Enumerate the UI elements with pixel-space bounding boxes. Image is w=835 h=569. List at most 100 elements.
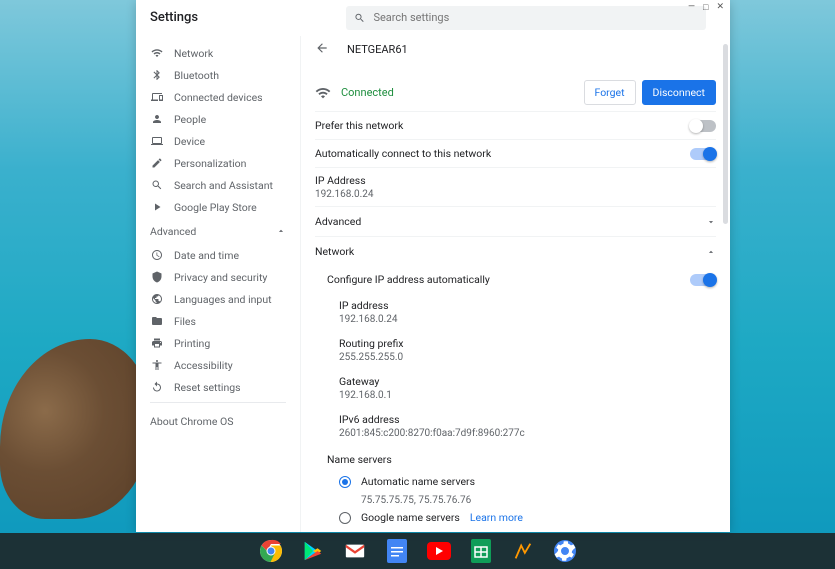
config-ip-toggle[interactable] [690, 274, 716, 286]
app-icon-1[interactable] [510, 538, 536, 564]
config-ip-row: Configure IP address automatically [327, 266, 716, 293]
sidebar-item-label: Accessibility [174, 359, 233, 372]
advanced-expander[interactable]: Advanced [315, 206, 716, 236]
settings-gear-icon[interactable] [552, 538, 578, 564]
ns-option[interactable]: Custom name servers [339, 529, 716, 532]
sidebar-item-laptop[interactable]: Device [136, 130, 300, 152]
app-header: Settings [136, 0, 730, 36]
sidebar-item-bluetooth[interactable]: Bluetooth [136, 64, 300, 86]
app-title: Settings [150, 10, 198, 25]
close-button[interactable]: ✕ [716, 2, 724, 12]
auto-connect-toggle[interactable] [690, 148, 716, 160]
sidebar-item-devices[interactable]: Connected devices [136, 86, 300, 108]
sidebar-item-reset[interactable]: Reset settings [136, 376, 300, 398]
network-expander[interactable]: Network [315, 236, 716, 266]
field-label: Gateway [339, 375, 716, 388]
search-box[interactable] [346, 6, 706, 30]
ip-address-row: IP Address 192.168.0.24 [315, 167, 716, 206]
sidebar-item-clock[interactable]: Date and time [136, 244, 300, 266]
network-field: Gateway 192.168.0.1 [339, 369, 716, 407]
sidebar-item-label: Languages and input [174, 293, 272, 306]
ns-option-sub: 75.75.75.75, 75.75.76.76 [361, 495, 716, 506]
chevron-up-icon [276, 226, 286, 236]
sidebar-item-wifi[interactable]: Network [136, 42, 300, 64]
gmail-icon[interactable] [342, 538, 368, 564]
shelf [0, 533, 835, 569]
back-button[interactable] [315, 40, 329, 59]
accessibility-icon [150, 359, 164, 371]
ip-value: 192.168.0.24 [315, 189, 716, 200]
edit-icon [150, 157, 164, 169]
sidebar-item-label: Date and time [174, 249, 239, 262]
bluetooth-icon [150, 69, 164, 81]
prefer-row: Prefer this network [315, 111, 716, 139]
learn-more-link[interactable]: Learn more [470, 511, 523, 524]
maximize-button[interactable]: □ [703, 2, 708, 12]
ns-option-label: Automatic name servers [361, 475, 475, 488]
chrome-icon[interactable] [258, 538, 284, 564]
chevron-up-icon [706, 247, 716, 257]
network-field: IPv6 address2601:845:c200:8270:f0aa:7d9f… [339, 407, 716, 445]
sidebar-item-label: Network [174, 47, 213, 60]
docs-icon[interactable] [384, 538, 410, 564]
field-value: 2601:845:c200:8270:f0aa:7d9f:8960:277c [339, 428, 716, 439]
sidebar-item-label: People [174, 113, 206, 126]
network-field: Routing prefix255.255.255.0 [339, 331, 716, 369]
sidebar-item-label: Bluetooth [174, 69, 219, 82]
sidebar-item-person[interactable]: People [136, 108, 300, 130]
forget-button[interactable]: Forget [584, 80, 636, 105]
sidebar-advanced-toggle[interactable]: Advanced [136, 218, 300, 244]
sidebar-item-shield[interactable]: Privacy and security [136, 266, 300, 288]
field-value: 192.168.0.1 [339, 390, 716, 401]
sidebar-item-label: Device [174, 135, 205, 148]
sidebar-item-label: Connected devices [174, 91, 263, 104]
sidebar-divider [150, 402, 286, 403]
sidebar-item-edit[interactable]: Personalization [136, 152, 300, 174]
ns-option[interactable]: Automatic name servers 75.75.75.75, 75.75… [339, 470, 716, 506]
folder-icon [150, 315, 164, 327]
sidebar-item-play[interactable]: Google Play Store [136, 196, 300, 218]
config-ip-label: Configure IP address automatically [327, 273, 490, 286]
auto-connect-row: Automatically connect to this network [315, 139, 716, 167]
ip-label: IP Address [315, 174, 716, 187]
sidebar-item-search[interactable]: Search and Assistant [136, 174, 300, 196]
ns-option[interactable]: Google name servers Learn more [339, 506, 716, 529]
youtube-icon[interactable] [426, 538, 452, 564]
radio-icon [339, 476, 351, 488]
field-value: 192.168.0.24 [339, 314, 716, 325]
sheets-icon[interactable] [468, 538, 494, 564]
sidebar-advanced-label: Advanced [150, 225, 196, 238]
connection-status: Connected [341, 86, 394, 99]
sidebar-item-accessibility[interactable]: Accessibility [136, 354, 300, 376]
globe-icon [150, 293, 164, 305]
radio-icon [339, 512, 351, 524]
window-controls: — □ ✕ [682, 0, 730, 14]
sidebar-item-label: Files [174, 315, 196, 328]
field-label: Routing prefix [339, 337, 716, 350]
prefer-label: Prefer this network [315, 119, 403, 132]
prefer-toggle[interactable] [690, 120, 716, 132]
sidebar-item-label: Printing [174, 337, 210, 350]
sidebar: Network Bluetooth Connected devices People D… [136, 36, 300, 532]
chevron-down-icon [706, 217, 716, 227]
sidebar-item-printer[interactable]: Printing [136, 332, 300, 354]
search-input[interactable] [373, 11, 698, 24]
field-label: IP address [339, 299, 716, 312]
sidebar-item-folder[interactable]: Files [136, 310, 300, 332]
scrollbar[interactable] [723, 44, 728, 224]
play-store-icon[interactable] [300, 538, 326, 564]
ns-option-label: Google name servers [361, 511, 460, 524]
sidebar-about[interactable]: About Chrome OS [136, 407, 300, 436]
sidebar-item-label: Reset settings [174, 381, 241, 394]
sidebar-item-globe[interactable]: Languages and input [136, 288, 300, 310]
sidebar-item-label: Google Play Store [174, 201, 257, 214]
printer-icon [150, 337, 164, 349]
disconnect-button[interactable]: Disconnect [642, 80, 716, 105]
wifi-icon [315, 85, 331, 101]
search-icon [354, 12, 365, 24]
minimize-button[interactable]: — [688, 2, 695, 12]
sub-header: NETGEAR61 [301, 36, 730, 64]
person-icon [150, 113, 164, 125]
sidebar-item-label: Search and Assistant [174, 179, 273, 192]
network-field: IP address 192.168.0.24 [339, 293, 716, 331]
